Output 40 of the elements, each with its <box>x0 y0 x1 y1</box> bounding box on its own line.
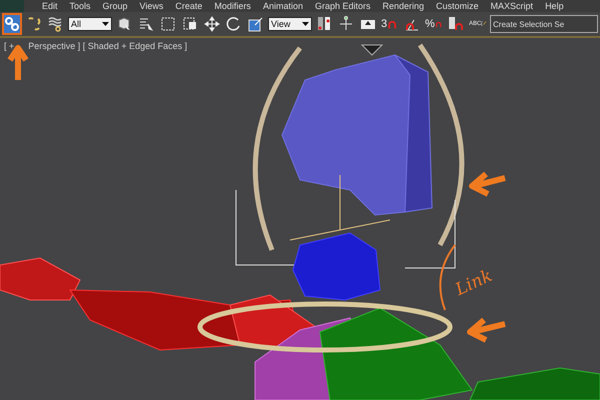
menu-item[interactable]: Group <box>96 0 134 12</box>
caret-icon <box>102 22 109 26</box>
menu-item[interactable]: Customize <box>430 0 485 12</box>
toolbar-button[interactable]: % <box>424 13 444 35</box>
menu-item[interactable]: Animation <box>256 0 309 12</box>
menu-item[interactable]: Rendering <box>376 0 430 12</box>
unlink-icon <box>26 16 42 32</box>
menu-item[interactable]: Modifiers <box>208 0 257 12</box>
viewport-label[interactable]: Perspective ] [ Shaded + Edged Faces ] <box>28 41 188 51</box>
arrow-icon <box>7 45 29 83</box>
arrow-icon <box>469 171 508 197</box>
caret-icon <box>302 22 309 26</box>
toolbar-button[interactable]: 3 <box>380 13 400 35</box>
menu-item[interactable]: Create <box>169 0 208 12</box>
list-cursor-icon <box>138 16 154 32</box>
arrow-icon <box>467 317 508 343</box>
menu-item[interactable]: Graph Editors <box>308 0 376 12</box>
dropdown[interactable]: All <box>68 17 112 31</box>
menu-item[interactable]: MAXScript <box>484 0 540 12</box>
annotation-curve <box>439 244 456 310</box>
rotate-icon <box>226 16 242 32</box>
window-select-icon <box>182 16 198 32</box>
dropdown[interactable]: View <box>268 17 312 31</box>
spinner-magnet-icon <box>448 16 464 32</box>
pivot-icon <box>338 16 354 32</box>
link-icon <box>4 16 20 32</box>
wave-icon <box>48 16 64 32</box>
menu-item[interactable]: Help <box>539 0 570 12</box>
pyramid-shape <box>360 44 384 56</box>
annotation-text: Link <box>452 266 496 300</box>
rectangle-select-icon <box>160 16 176 32</box>
named-selection-field[interactable]: Create Selection Se <box>490 15 598 33</box>
menu-item[interactable]: Tools <box>64 0 97 12</box>
mirror-icon <box>316 16 332 32</box>
menu-item[interactable]: Views <box>134 0 170 12</box>
menu-item[interactable]: Edit <box>36 0 64 12</box>
scale-icon <box>248 16 264 32</box>
move-icon <box>204 16 220 32</box>
viewport-label[interactable]: [ + <box>4 41 14 51</box>
cube-cursor-icon <box>116 16 132 32</box>
